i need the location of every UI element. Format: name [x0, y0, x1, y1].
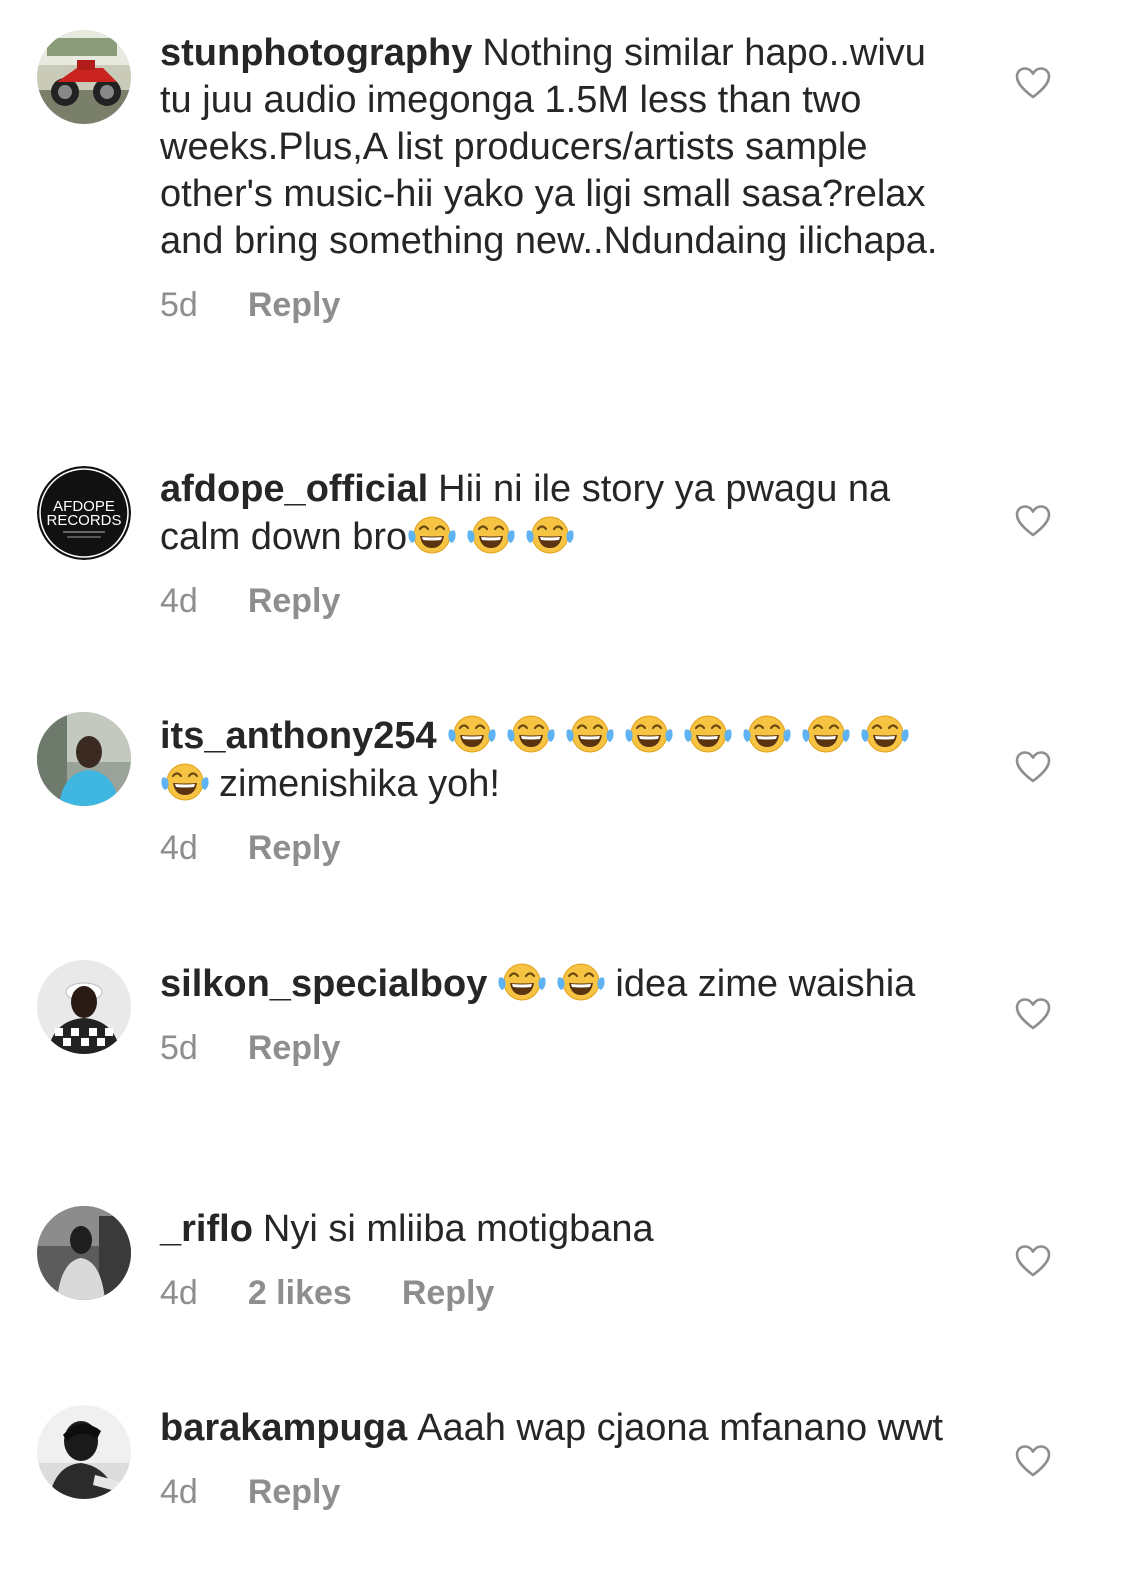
reply-button[interactable]: Reply [248, 1472, 341, 1512]
comment-text: zimenishika yoh! [219, 763, 500, 805]
heart-icon[interactable] [1015, 750, 1051, 784]
timestamp: 4d [160, 1274, 198, 1312]
comment-text: Aaah wap cjaona mfanano wwt [417, 1407, 944, 1449]
joy-emoji-icon [742, 712, 792, 756]
username-link[interactable]: barakampuga [160, 1407, 407, 1449]
joy-emoji-icon [466, 513, 516, 557]
avatar[interactable]: AFDOPE RECORDS [37, 466, 131, 560]
avatar[interactable] [37, 1206, 131, 1300]
joy-emoji-icon [565, 712, 615, 756]
username-link[interactable]: its_anthony254 [160, 715, 437, 757]
heart-icon[interactable] [1015, 66, 1051, 100]
comment-body: stunphotography Nothing similar hapo..wiv… [160, 30, 960, 325]
comment-text: Nyi si mliiba motigbana [262, 1208, 654, 1250]
comment-meta: 5d Reply [160, 285, 960, 325]
timestamp: 4d [160, 1473, 198, 1511]
reply-button[interactable]: Reply [248, 581, 341, 621]
comment-body: silkon_specialboy idea zime waishia 5d Repl… [160, 960, 960, 1068]
reply-button[interactable]: Reply [248, 1028, 341, 1068]
avatar[interactable] [37, 960, 131, 1054]
comment-body: its_anthony254 zimenishika yoh! 4d Reply [160, 712, 960, 868]
likes-count-button[interactable]: 2 likes [248, 1273, 352, 1313]
timestamp: 5d [160, 1029, 198, 1067]
joy-emoji-icon [447, 712, 497, 756]
joy-emoji-icon [801, 712, 851, 756]
heart-icon[interactable] [1015, 504, 1051, 538]
comment-body: afdope_official Hii ni ile story ya pwagu… [160, 466, 960, 621]
joy-emoji-icon [556, 960, 606, 1004]
avatar[interactable] [37, 30, 131, 124]
timestamp: 5d [160, 286, 198, 324]
joy-emoji-icon [506, 712, 556, 756]
avatar[interactable] [37, 712, 131, 806]
joy-emoji-icon [160, 760, 210, 804]
heart-icon[interactable] [1015, 997, 1051, 1031]
comment-meta: 5d Reply [160, 1028, 960, 1068]
joy-emoji-icon [683, 712, 733, 756]
avatar[interactable] [37, 1405, 131, 1499]
timestamp: 4d [160, 582, 198, 620]
comment-meta: 4d 2 likes Reply [160, 1273, 960, 1313]
comment-text: idea zime waishia [615, 963, 916, 1005]
reply-button[interactable]: Reply [248, 285, 341, 325]
logo-text: RECORDS [46, 512, 121, 529]
heart-icon[interactable] [1015, 1444, 1051, 1478]
username-link[interactable]: silkon_specialboy [160, 963, 487, 1005]
username-link[interactable]: afdope_official [160, 468, 428, 510]
comment-body: barakampuga Aaah wap cjaona mfanano wwt 4d… [160, 1405, 960, 1512]
comment-meta: 4d Reply [160, 828, 960, 868]
comment-body: _riflo Nyi si mliiba motigbana 4d 2 likes Re… [160, 1206, 960, 1313]
joy-emoji-icon [860, 712, 910, 756]
username-link[interactable]: stunphotography [160, 32, 472, 74]
username-link[interactable]: _riflo [160, 1208, 253, 1250]
joy-emoji-icon [624, 712, 674, 756]
joy-emoji-icon [497, 960, 547, 1004]
reply-button[interactable]: Reply [402, 1273, 495, 1313]
heart-icon[interactable] [1015, 1244, 1051, 1278]
comment-meta: 4d Reply [160, 581, 960, 621]
reply-button[interactable]: Reply [248, 828, 341, 868]
timestamp: 4d [160, 829, 198, 867]
joy-emoji-icon [525, 513, 575, 557]
comment-meta: 4d Reply [160, 1472, 960, 1512]
joy-emoji-icon [407, 513, 457, 557]
